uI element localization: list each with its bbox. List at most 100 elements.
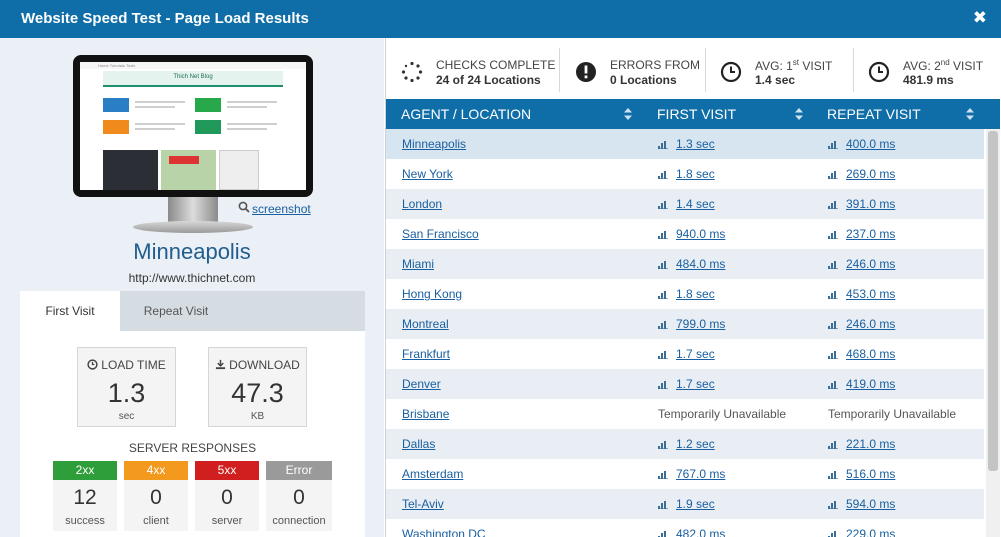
response-caption: success [65, 515, 105, 527]
location-link[interactable]: Denver [402, 377, 441, 391]
avg-repeat-value: 481.9 ms [903, 73, 954, 87]
bar-chart-icon [828, 231, 838, 239]
first-visit-link[interactable]: 1.9 sec [676, 497, 715, 511]
table-row[interactable]: Amsterdam 767.0 ms 516.0 ms [386, 459, 984, 489]
cell-location: Miami [402, 249, 434, 279]
response-caption: connection [272, 515, 326, 527]
screenshot-monitor: Home Tutorials Tools Thich Net Blog [73, 55, 313, 197]
first-visit-link[interactable]: 1.8 sec [676, 167, 715, 181]
first-visit-link[interactable]: 1.8 sec [676, 287, 715, 301]
location-link[interactable]: Miami [402, 257, 434, 271]
cell-repeat-visit: 400.0 ms [828, 129, 895, 159]
first-visit-link[interactable]: 1.2 sec [676, 437, 715, 451]
location-link[interactable]: Brisbane [402, 407, 449, 421]
location-link[interactable]: Frankfurt [402, 347, 450, 361]
results-table-body: Minneapolis 1.3 sec 400.0 ms New York 1.8 se… [386, 129, 984, 537]
first-visit-link[interactable]: 940.0 ms [676, 227, 725, 241]
repeat-visit-link[interactable]: 419.0 ms [846, 377, 895, 391]
first-visit-link[interactable]: 1.7 sec [676, 377, 715, 391]
column-header-location[interactable]: AGENT / LOCATION [401, 99, 633, 129]
cell-first-visit: 799.0 ms [658, 309, 725, 339]
column-header-first-visit[interactable]: FIRST VISIT [657, 99, 804, 129]
table-row[interactable]: Washington DC 482.0 ms 229.0 ms [386, 519, 984, 537]
location-link[interactable]: Minneapolis [402, 137, 466, 151]
first-visit-link[interactable]: 767.0 ms [676, 467, 725, 481]
location-link[interactable]: Hong Kong [402, 287, 462, 301]
repeat-visit-link[interactable]: 468.0 ms [846, 347, 895, 361]
location-link[interactable]: Dallas [402, 437, 435, 451]
cell-first-visit: 940.0 ms [658, 219, 725, 249]
location-link[interactable]: San Francisco [402, 227, 479, 241]
sort-icon [624, 108, 632, 120]
response-count: 0 [293, 486, 305, 509]
first-visit-link[interactable]: 482.0 ms [676, 527, 725, 537]
table-row[interactable]: Brisbane Temporarily Unavailable Temporari… [386, 399, 984, 429]
results-scrollbar[interactable] [986, 129, 1000, 537]
screenshot-blog-title: Thich Net Blog [103, 71, 283, 87]
exclamation-icon [576, 62, 596, 82]
repeat-visit-link[interactable]: 391.0 ms [846, 197, 895, 211]
cell-location: Hong Kong [402, 279, 462, 309]
download-value: 47.3 [231, 378, 284, 408]
first-visit-link[interactable]: 484.0 ms [676, 257, 725, 271]
location-link[interactable]: London [402, 197, 442, 211]
repeat-visit-link[interactable]: 516.0 ms [846, 467, 895, 481]
window-title: Website Speed Test - Page Load Results [21, 10, 309, 27]
server-response-error: Error 0 connection [266, 461, 332, 531]
avg-first-label: AVG: 1st VISIT [755, 58, 833, 73]
repeat-visit-link[interactable]: 269.0 ms [846, 167, 895, 181]
cell-first-visit: 1.2 sec [658, 429, 715, 459]
location-link[interactable]: Washington DC [402, 527, 486, 537]
scrollbar-thumb[interactable] [988, 131, 998, 471]
repeat-visit-link[interactable]: 594.0 ms [846, 497, 895, 511]
table-row[interactable]: Minneapolis 1.3 sec 400.0 ms [386, 129, 984, 160]
bar-chart-icon [658, 471, 668, 479]
repeat-visit-link[interactable]: 453.0 ms [846, 287, 895, 301]
table-row[interactable]: San Francisco 940.0 ms 237.0 ms [386, 219, 984, 249]
table-row[interactable]: Hong Kong 1.8 sec 453.0 ms [386, 279, 984, 309]
bar-chart-icon [828, 291, 838, 299]
table-row[interactable]: London 1.4 sec 391.0 ms [386, 189, 984, 219]
bar-chart-icon [828, 501, 838, 509]
repeat-visit-link[interactable]: 229.0 ms [846, 527, 895, 537]
repeat-visit-link[interactable]: 237.0 ms [846, 227, 895, 241]
cell-repeat-visit: 269.0 ms [828, 159, 895, 189]
cell-repeat-visit: 221.0 ms [828, 429, 895, 459]
repeat-visit-link[interactable]: 400.0 ms [846, 137, 895, 151]
table-row[interactable]: Miami 484.0 ms 246.0 ms [386, 249, 984, 279]
first-visit-link[interactable]: 1.7 sec [676, 347, 715, 361]
screenshot-link[interactable]: screenshot [238, 201, 311, 216]
location-link[interactable]: Montreal [402, 317, 449, 331]
table-row[interactable]: Tel-Aviv 1.9 sec 594.0 ms [386, 489, 984, 519]
response-count: 12 [73, 486, 97, 509]
table-row[interactable]: New York 1.8 sec 269.0 ms [386, 159, 984, 189]
repeat-visit-link[interactable]: 246.0 ms [846, 257, 895, 271]
first-visit-link[interactable]: 799.0 ms [676, 317, 725, 331]
cell-repeat-visit: 246.0 ms [828, 309, 895, 339]
cell-repeat-visit: 246.0 ms [828, 249, 895, 279]
checks-label: CHECKS COMPLETE [436, 58, 556, 72]
location-link[interactable]: Amsterdam [402, 467, 463, 481]
bar-chart-icon [828, 201, 838, 209]
column-header-repeat-visit[interactable]: REPEAT VISIT [827, 99, 975, 129]
bar-chart-icon [828, 261, 838, 269]
tab-repeat-visit[interactable]: Repeat Visit [120, 291, 232, 331]
bar-chart-icon [828, 441, 838, 449]
server-responses-heading: SERVER RESPONSES [128, 441, 257, 455]
cell-first-visit: 1.8 sec [658, 159, 715, 189]
table-row[interactable]: Montreal 799.0 ms 246.0 ms [386, 309, 984, 339]
repeat-visit-link[interactable]: 221.0 ms [846, 437, 895, 451]
page-screenshot[interactable]: Home Tutorials Tools Thich Net Blog [80, 62, 306, 190]
location-link[interactable]: New York [402, 167, 453, 181]
tab-first-visit[interactable]: First Visit [20, 291, 120, 331]
close-icon[interactable]: ✖ [973, 8, 987, 28]
location-link[interactable]: Tel-Aviv [402, 497, 444, 511]
table-row[interactable]: Frankfurt 1.7 sec 468.0 ms [386, 339, 984, 369]
first-visit-link[interactable]: 1.3 sec [676, 137, 715, 151]
table-row[interactable]: Dallas 1.2 sec 221.0 ms [386, 429, 984, 459]
cell-first-visit: 1.9 sec [658, 489, 715, 519]
first-visit-link[interactable]: 1.4 sec [676, 197, 715, 211]
repeat-visit-link[interactable]: 246.0 ms [846, 317, 895, 331]
cell-repeat-visit: 594.0 ms [828, 489, 895, 519]
table-row[interactable]: Denver 1.7 sec 419.0 ms [386, 369, 984, 399]
